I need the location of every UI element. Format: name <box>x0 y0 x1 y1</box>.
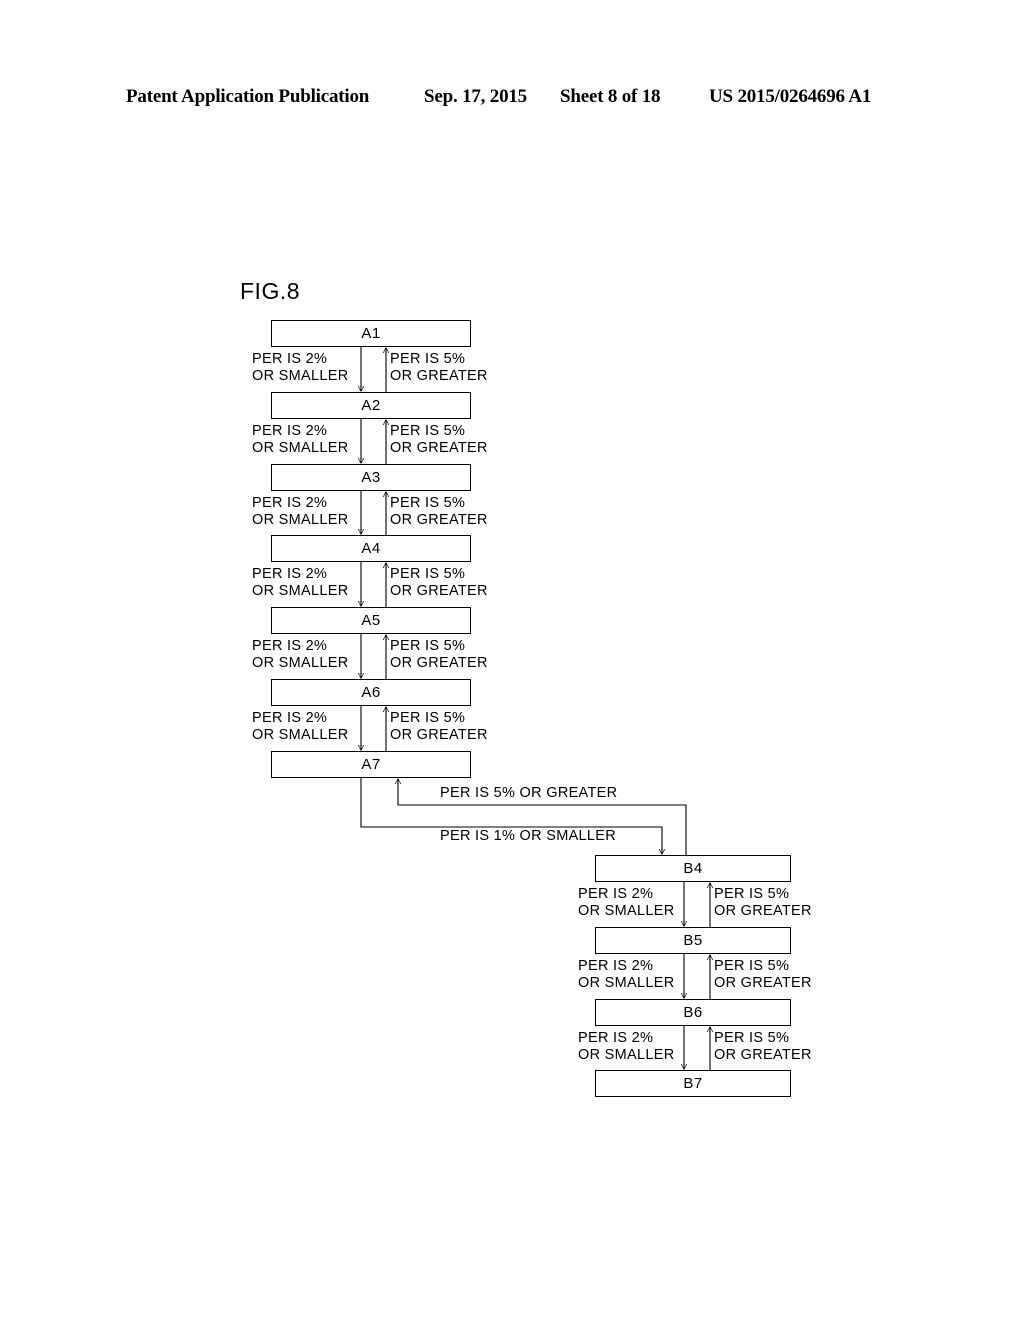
node-a6[interactable]: A6 <box>271 679 471 706</box>
transition-label-b6-up: PER IS 5% OR GREATER <box>714 1030 812 1063</box>
node-label: A4 <box>361 540 381 557</box>
node-label: B5 <box>683 932 703 949</box>
transition-label-a2-up: PER IS 5% OR GREATER <box>390 423 488 456</box>
transition-label-a6-up: PER IS 5% OR GREATER <box>390 710 488 743</box>
node-a2[interactable]: A2 <box>271 392 471 419</box>
node-label: A1 <box>361 325 381 342</box>
transition-label-b5-down: PER IS 2% OR SMALLER <box>578 958 675 991</box>
transition-label-a5-down: PER IS 2% OR SMALLER <box>252 638 349 671</box>
transition-label-a7-b4-up: PER IS 5% OR GREATER <box>440 785 618 801</box>
transition-label-a3-up: PER IS 5% OR GREATER <box>390 495 488 528</box>
node-b6[interactable]: B6 <box>595 999 791 1026</box>
transition-label-b4-down: PER IS 2% OR SMALLER <box>578 886 675 919</box>
node-label: A7 <box>361 756 381 773</box>
transition-label-a4-down: PER IS 2% OR SMALLER <box>252 566 349 599</box>
transition-label-b4-up: PER IS 5% OR GREATER <box>714 886 812 919</box>
transition-label-b5-up: PER IS 5% OR GREATER <box>714 958 812 991</box>
node-a3[interactable]: A3 <box>271 464 471 491</box>
node-label: A3 <box>361 469 381 486</box>
connector-lines <box>0 347 1024 1070</box>
node-a4[interactable]: A4 <box>271 535 471 562</box>
node-b7[interactable]: B7 <box>595 1070 791 1097</box>
node-a7[interactable]: A7 <box>271 751 471 778</box>
node-a1[interactable]: A1 <box>271 320 471 347</box>
node-label: B4 <box>683 860 703 877</box>
transition-label-a7-b4-down: PER IS 1% OR SMALLER <box>440 828 617 844</box>
transition-label-a6-down: PER IS 2% OR SMALLER <box>252 710 349 743</box>
node-a5[interactable]: A5 <box>271 607 471 634</box>
node-label: B6 <box>683 1004 703 1021</box>
node-b5[interactable]: B5 <box>595 927 791 954</box>
transition-label-a1-up: PER IS 5% OR GREATER <box>390 351 488 384</box>
transition-label-a1-down: PER IS 2% OR SMALLER <box>252 351 349 384</box>
state-transition-diagram: A1 A2 A3 A4 A5 A6 A7 B4 B5 B6 B7 PER IS 2% OR SMALL… <box>0 0 1024 1320</box>
transition-label-a2-down: PER IS 2% OR SMALLER <box>252 423 349 456</box>
transition-label-a5-up: PER IS 5% OR GREATER <box>390 638 488 671</box>
node-b4[interactable]: B4 <box>595 855 791 882</box>
transition-label-a4-up: PER IS 5% OR GREATER <box>390 566 488 599</box>
transition-label-a3-down: PER IS 2% OR SMALLER <box>252 495 349 528</box>
node-label: A6 <box>361 684 381 701</box>
transition-label-b6-down: PER IS 2% OR SMALLER <box>578 1030 675 1063</box>
node-label: A5 <box>361 612 381 629</box>
node-label: B7 <box>683 1075 703 1092</box>
node-label: A2 <box>361 397 381 414</box>
